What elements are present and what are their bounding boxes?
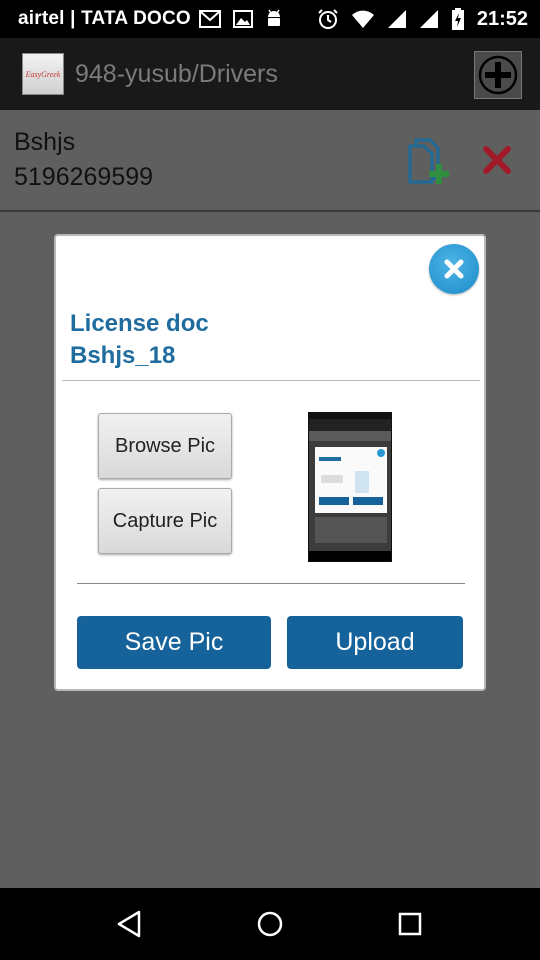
add-button[interactable]	[474, 51, 522, 99]
back-icon[interactable]	[115, 909, 145, 939]
divider-2	[77, 583, 465, 584]
app-logo: EasyGreek	[22, 53, 64, 95]
gmail-icon	[198, 10, 221, 28]
close-icon	[444, 259, 464, 279]
dialog-title-line1: License doc	[70, 310, 209, 337]
system-icons: 21:52	[317, 8, 528, 31]
wifi-icon	[351, 10, 374, 28]
divider	[62, 380, 480, 381]
driver-name: Bshjs	[14, 128, 76, 156]
close-button[interactable]	[429, 244, 479, 294]
delete-x-icon[interactable]	[482, 145, 512, 175]
battery-charging-icon	[451, 8, 464, 30]
app-bar: EasyGreek 948-yusub/Drivers	[0, 38, 540, 110]
dialog-title-line2: Bshjs_18	[70, 342, 176, 369]
driver-record[interactable]: Bshjs 5196269599	[0, 110, 540, 212]
page-title: 948-yusub/Drivers	[75, 59, 278, 88]
capture-pic-button[interactable]: Capture Pic	[98, 488, 232, 554]
license-doc-dialog: License doc Bshjs_18 Browse Pic Capture …	[54, 234, 486, 691]
notification-icons	[198, 9, 283, 29]
alarm-icon	[318, 9, 338, 29]
image-icon	[232, 10, 253, 28]
signal-icon	[387, 10, 406, 28]
preview-image	[309, 413, 391, 561]
driver-phone: 5196269599	[14, 163, 154, 191]
picture-preview	[308, 412, 392, 562]
save-pic-button[interactable]: Save Pic	[77, 616, 271, 669]
add-document-icon[interactable]	[404, 136, 456, 186]
signal-icon-2	[419, 10, 438, 28]
app-logo-text: EasyGreek	[25, 69, 61, 79]
dialog-title: License doc Bshjs_18	[70, 308, 209, 372]
recents-icon[interactable]	[395, 909, 425, 939]
clock: 21:52	[476, 7, 528, 30]
upload-button[interactable]: Upload	[287, 616, 463, 669]
android-icon	[267, 9, 280, 26]
browse-pic-button[interactable]: Browse Pic	[98, 413, 232, 479]
carrier-label: airtel | TATA DOCO	[18, 8, 191, 29]
plus-circle-icon	[478, 55, 518, 95]
status-bar: airtel | TATA DOCO 21:52	[0, 0, 540, 38]
navigation-bar	[0, 888, 540, 960]
home-icon[interactable]	[255, 909, 285, 939]
